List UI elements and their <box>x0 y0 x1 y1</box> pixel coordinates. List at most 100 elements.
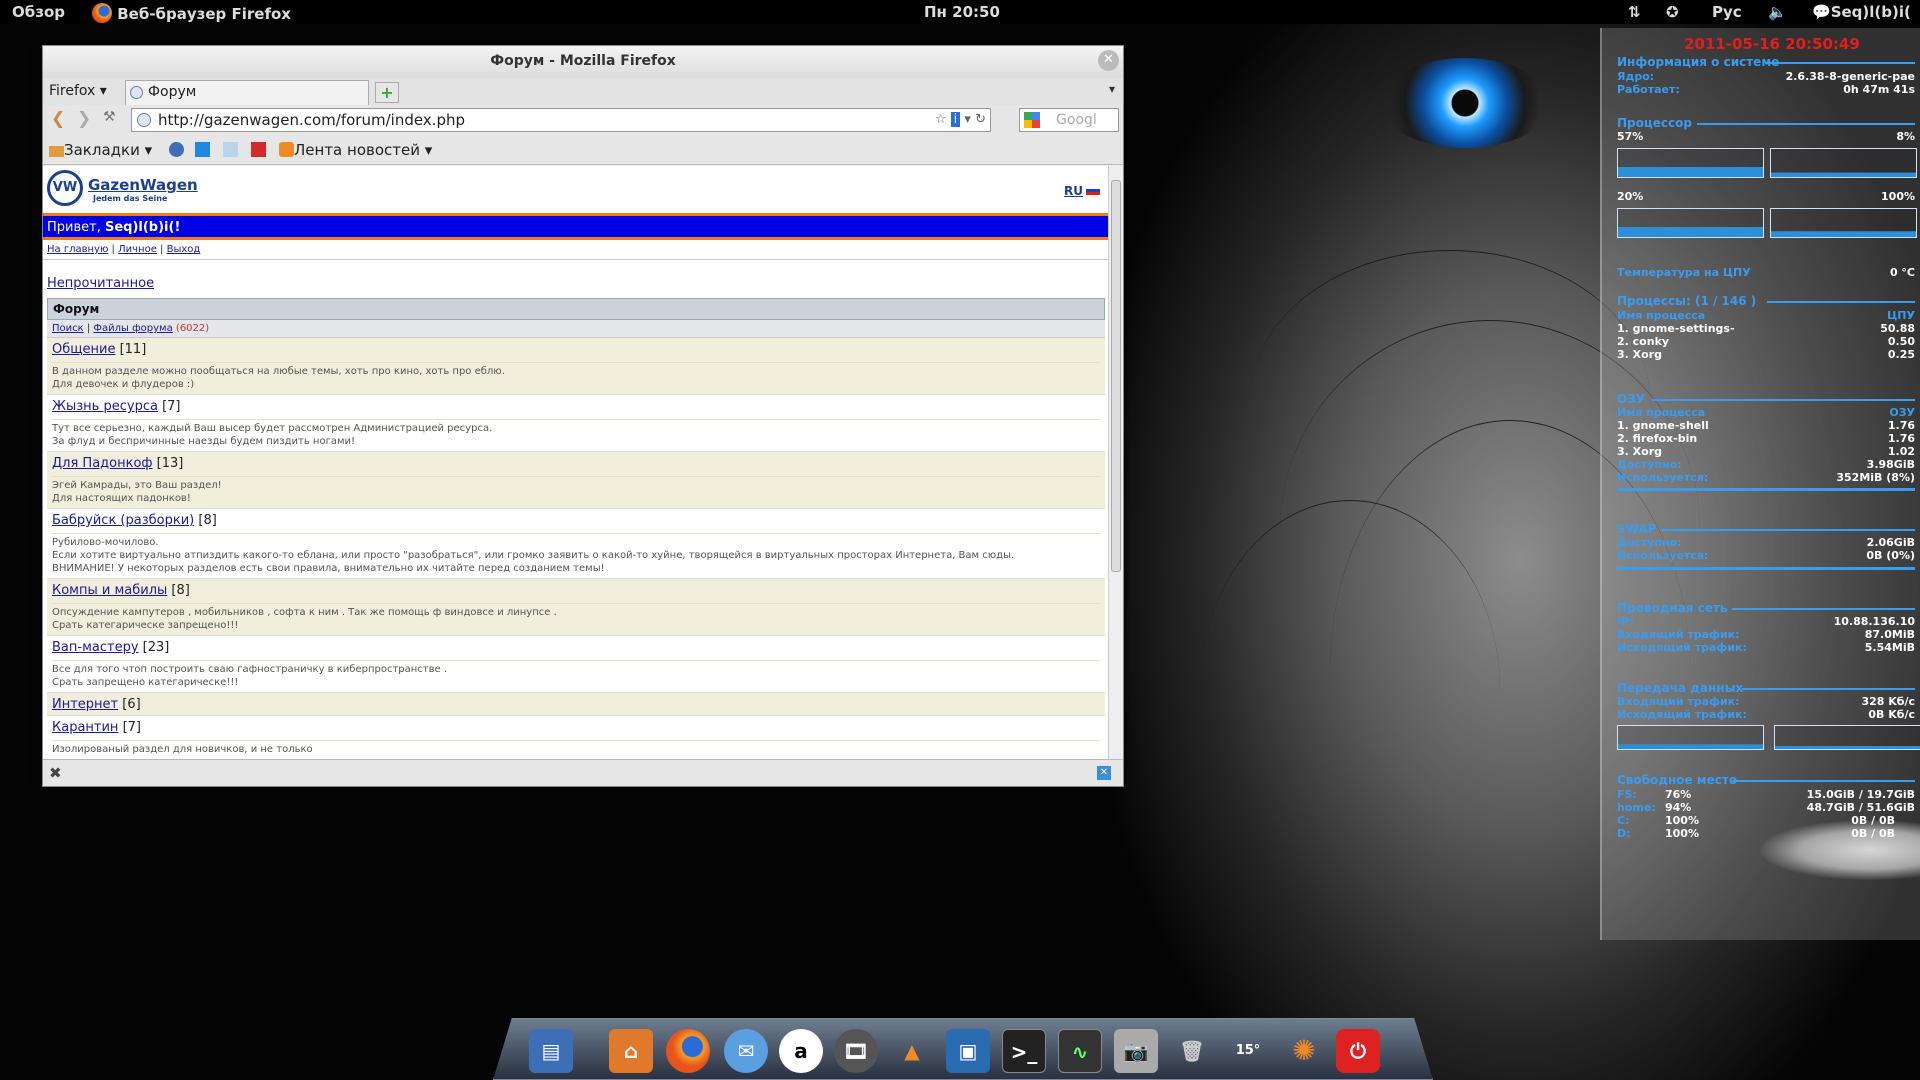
forum-section-count: [23] <box>142 640 170 655</box>
home-link[interactable]: На главную <box>47 244 108 255</box>
network-icon[interactable]: ⇅ <box>1628 3 1641 21</box>
cpu-title: Процессор <box>1617 116 1915 130</box>
panel-clock[interactable]: Пн 20:50 <box>924 3 1000 21</box>
forum-section-description: Эгей Камрады, это Ваш раздел! Для настоящ… <box>52 476 1100 505</box>
search-link[interactable]: Поиск <box>52 323 84 334</box>
keyboard-layout[interactable]: Рус <box>1712 3 1742 21</box>
vw-logo-icon[interactable]: VW <box>47 170 83 206</box>
forum-section-row: Вап-мастеру [23] Все для того чтоп постро… <box>47 636 1105 693</box>
swap-avail-label: Доступно: <box>1617 536 1682 549</box>
forum-section-link[interactable]: Бабруйск (разборки) <box>52 513 194 528</box>
reload-icon[interactable]: ↻ <box>975 112 986 127</box>
files-link[interactable]: Файлы форума <box>93 323 172 334</box>
forum-section-title-line: Общение [11] <box>52 342 1100 357</box>
vertical-scrollbar[interactable] <box>1108 166 1123 759</box>
forum-section-link[interactable]: Жызнь ресурса <box>52 399 158 414</box>
star-icon[interactable]: ☆ <box>935 112 947 127</box>
forum-section-count: [8] <box>171 583 190 598</box>
chevron-down-icon[interactable]: ▾ <box>964 112 971 127</box>
cpu2-graph <box>1770 148 1917 178</box>
forum-section-link[interactable]: Для Падонкоф <box>52 456 153 471</box>
firefox-menu-button[interactable]: Firefox ▾ <box>49 83 107 99</box>
dock-power-icon[interactable]: ⏻ <box>1336 1029 1380 1073</box>
forum-section-title-line: Бабруйск (разборки) [8] <box>52 513 1100 528</box>
logout-link[interactable]: Выход <box>167 244 201 255</box>
forum-section-link[interactable]: Вап-мастеру <box>52 640 139 655</box>
back-button[interactable]: ❮ <box>51 109 65 129</box>
close-window-button[interactable]: ✕ <box>1098 50 1119 71</box>
tab-forum[interactable]: Форум <box>125 80 369 105</box>
forum-section-link[interactable]: Компы и мабилы <box>52 583 167 598</box>
accessibility-icon[interactable]: ✪ <box>1666 3 1679 21</box>
ram-proc-name: 3. Xorg <box>1617 445 1662 458</box>
forward-button[interactable]: ❯ <box>77 109 91 129</box>
greeting-bar: Привет, Seq)l(b)i(! <box>43 216 1108 240</box>
volume-icon[interactable]: 🔈 <box>1768 3 1787 21</box>
forum-logo-title[interactable]: GazenWagen <box>88 176 198 194</box>
search-input[interactable]: Googl <box>1019 108 1119 132</box>
dock-vlc-icon[interactable]: ▲ <box>890 1029 934 1073</box>
description-line: Рубилово-мочилово. <box>52 537 159 548</box>
dock-system-monitor-icon[interactable]: ∿ <box>1058 1029 1102 1073</box>
forum-section-title-line: Жызнь ресурса [7] <box>52 399 1100 414</box>
addon-icon[interactable]: ✕ <box>1097 766 1111 780</box>
home-button[interactable]: ⚒ <box>103 109 116 125</box>
disk-size: 0B / 0B <box>1851 827 1895 840</box>
chevron-down-icon: ▾ <box>95 83 107 99</box>
tab-title: Форум <box>148 84 197 100</box>
forum-section-title-line: Карантин [7] <box>52 720 1100 735</box>
forward-arrow-icon: ❯ <box>77 109 92 129</box>
user-menu[interactable]: 💬Seq)l(b)i( <box>1812 3 1911 21</box>
unread-link[interactable]: Непрочитанное <box>47 276 154 291</box>
bookmark-2[interactable] <box>195 141 210 159</box>
dock-ubuntu-icon[interactable]: ✺ <box>1282 1029 1326 1073</box>
dock-files-app-icon[interactable]: ▤ <box>529 1029 573 1073</box>
disk-name: D: <box>1617 827 1631 840</box>
cpu3-value: 20% <box>1617 190 1644 203</box>
forum-table: Форум Поиск | Файлы форума (6022) Общени… <box>47 298 1105 759</box>
bookmark-1[interactable] <box>169 141 184 159</box>
forum-section-link[interactable]: Интернет <box>52 697 118 712</box>
dock-weather-icon[interactable]: 15° <box>1226 1029 1270 1073</box>
plus-icon: + <box>380 83 394 102</box>
dock-terminal-icon[interactable]: >_ <box>1002 1029 1046 1073</box>
bookmark-4[interactable] <box>251 141 266 159</box>
bookmarks-menu[interactable]: Закладки ▾ <box>49 141 152 159</box>
url-bar-controls: ☆ i ▾ ↻ <box>935 109 986 131</box>
scrollbar-thumb[interactable] <box>1111 180 1121 572</box>
dock-home-folder-icon[interactable]: ⌂ <box>609 1029 653 1073</box>
activities-button[interactable]: Обзор <box>12 3 65 21</box>
favicon-icon <box>130 86 143 99</box>
swap-used-value: 0B (0%) <box>1866 549 1915 562</box>
url-bar[interactable]: http://gazenwagen.com/forum/index.php ☆ … <box>131 108 991 132</box>
forum-section-title-line: Компы и мабилы [8] <box>52 583 1100 598</box>
new-tab-button[interactable]: + <box>375 82 399 103</box>
description-line: За флуд и беспричинные наезды будем пизд… <box>52 436 356 447</box>
dock-trash-icon[interactable]: 🗑 <box>1170 1029 1214 1073</box>
dock-video-icon[interactable]: 🎞 <box>834 1029 878 1073</box>
disk-percent: 100% <box>1665 814 1699 827</box>
tab-list-button[interactable]: ▾ <box>1109 82 1115 96</box>
forum-section-link[interactable]: Карантин <box>52 720 118 735</box>
upload-graph <box>1774 725 1920 750</box>
window-titlebar[interactable]: Форум - Mozilla Firefox ✕ <box>43 46 1123 78</box>
dock-firefox-icon[interactable] <box>666 1029 710 1073</box>
profile-link[interactable]: Личное <box>118 244 157 255</box>
forum-section-link[interactable]: Общение <box>52 342 115 357</box>
info-icon[interactable]: i <box>950 112 961 127</box>
forum-section-count: [8] <box>198 513 217 528</box>
dock-a-app-icon[interactable]: a <box>779 1029 823 1073</box>
greeting-text: Привет, <box>47 220 105 235</box>
ram-proc-name: 2. firefox-bin <box>1617 432 1698 445</box>
bookmark-3[interactable] <box>223 141 238 159</box>
temp-label: Температура на ЦПУ <box>1617 266 1751 279</box>
cpu3-graph <box>1617 208 1764 238</box>
language-link[interactable]: RU <box>1064 184 1100 198</box>
dock-chat-icon[interactable]: ✉ <box>724 1029 768 1073</box>
dock-image-viewer-icon[interactable]: ▣ <box>946 1029 990 1073</box>
dock-camera-icon[interactable]: 📷 <box>1114 1029 1158 1073</box>
close-addon-bar-icon[interactable]: ✖ <box>49 764 62 782</box>
transfer-title: Передача данных <box>1617 681 1915 695</box>
app-menu[interactable]: Веб-браузер Firefox <box>92 3 291 23</box>
news-feed-menu[interactable]: Лента новостей ▾ <box>279 141 432 159</box>
